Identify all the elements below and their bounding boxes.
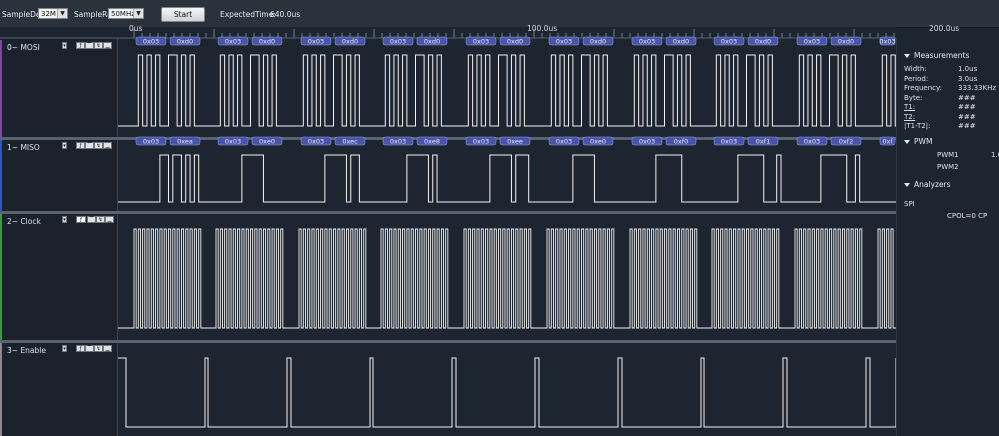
pwm-title: PWM — [914, 137, 933, 146]
decode-tag-text: 0x03 — [225, 37, 241, 45]
measurements-header[interactable]: Measurements — [904, 51, 969, 60]
decode-tag-text: 0xd0 — [507, 37, 523, 45]
spi-config: CPOL=0 CP — [947, 212, 999, 220]
pwm1-row: PWM1 1.0 — [937, 151, 999, 159]
measurement-value: ### — [958, 112, 976, 121]
decode-tag-text: 0x03 — [225, 137, 241, 145]
analyzers-title: Analyzers — [914, 180, 951, 189]
decode-tag-text: 0xd0 — [755, 37, 771, 45]
decode-tag-text: 0xe8 — [424, 137, 440, 145]
miso-color-marker — [0, 140, 2, 211]
decode-tag-text: 0xf1 — [756, 137, 770, 145]
decode-tag-text: 0x03 — [879, 37, 895, 45]
enable-color-marker — [0, 343, 2, 436]
measurements-title: Measurements — [914, 51, 970, 60]
decode-tag-text: 0x03 — [639, 137, 655, 145]
decode-tag-text: 0xf2 — [839, 137, 853, 145]
decode-tag-text: 0xf — [882, 137, 893, 145]
pwm1-label: PWM1 — [937, 151, 959, 159]
measurement-value: ### — [958, 93, 976, 102]
decode-tag-text: 0x03 — [143, 137, 159, 145]
measurement-value: 1.0us — [958, 65, 978, 73]
decode-tag-text: 0x03 — [390, 37, 406, 45]
decode-tag-text: 0xd0 — [424, 37, 440, 45]
decode-tag-text: 0xf0 — [674, 137, 688, 145]
decode-tag-text: 0x03 — [473, 37, 489, 45]
decode-tag-text: 0x03 — [556, 137, 572, 145]
clock-waveform — [118, 228, 896, 329]
decode-tag-text: 0xd0 — [673, 37, 689, 45]
decode-tag-text: 0xea — [177, 137, 193, 145]
measurement-label: T2: — [904, 112, 916, 121]
measurement-row: |T1-T2|: ### — [904, 122, 999, 130]
measurement-value: ### — [958, 103, 976, 111]
spi-config-value: CPOL=0 CP — [947, 212, 988, 220]
decode-tag-text: 0x03 — [308, 37, 324, 45]
decode-tag-text: 0xe0 — [259, 137, 275, 145]
measurement-row: Byte: ### — [904, 94, 999, 102]
waveform-view[interactable]: 0x03 0xd0 0x03 0xd0 0x03 0xd0 0x03 0xd0 0x03 0xd0… — [0, 0, 896, 436]
spi-label: SPI — [904, 200, 915, 208]
pwm1-value: 1.0 — [991, 151, 999, 159]
decode-tag-text: 0x03 — [804, 137, 820, 145]
decode-tag-text: 0x03 — [556, 37, 572, 45]
decode-tag-text: 0x03 — [390, 137, 406, 145]
measurement-label: Width: — [904, 65, 927, 73]
waveforms — [118, 54, 896, 428]
collapse-triangle-icon[interactable] — [904, 183, 910, 187]
decode-tag-text: 0xd0 — [838, 37, 854, 45]
mosi-waveform — [118, 54, 896, 127]
measurement-value: ### — [958, 122, 976, 130]
measurement-label: Period: — [904, 74, 929, 83]
measurement-row: Frequency: 333.33KHz — [904, 84, 999, 92]
decode-tag-text: 0xe0 — [590, 137, 606, 145]
decode-tag-text: 0xd0 — [177, 37, 193, 45]
pwm2-label: PWM2 — [937, 163, 959, 171]
decode-tag-text: 0xd0 — [590, 37, 606, 45]
pwm-header[interactable]: PWM — [904, 137, 932, 146]
decode-tag-text: 0x03 — [639, 37, 655, 45]
decode-tag-text: 0x03 — [143, 37, 159, 45]
decode-tag-text: 0xec — [342, 137, 358, 145]
enable-waveform — [118, 357, 896, 428]
decode-tag-text: 0x03 — [721, 37, 737, 45]
decode-tag-text: 0x03 — [804, 37, 820, 45]
pwm2-row: PWM2 — [937, 163, 999, 171]
decode-tag-text: 0xee — [507, 137, 523, 145]
measurement-label: Byte: — [904, 93, 923, 102]
decode-tag-text: 0xd0 — [259, 37, 275, 45]
side-panel: Measurements Width: 1.0us Period: 3.0us Freq… — [896, 38, 999, 436]
channel-color-markers — [0, 40, 2, 436]
measurement-label: |T1-T2|: — [904, 122, 931, 130]
spi-analyzer-row[interactable]: SPI — [904, 200, 999, 208]
measurement-row: Width: 1.0us — [904, 65, 999, 73]
clock-color-marker — [0, 214, 2, 340]
measurement-value: 3.0us — [958, 74, 978, 83]
analyzers-header[interactable]: Analyzers — [904, 180, 951, 189]
decode-tag-text: 0xd0 — [342, 37, 358, 45]
measurement-value: 333.33KHz — [958, 84, 997, 92]
measurement-label: T1: — [904, 103, 916, 111]
ruler-label: 200.0us — [929, 24, 960, 33]
collapse-triangle-icon[interactable] — [904, 140, 910, 144]
mosi-color-marker — [0, 40, 2, 137]
measurement-row: T1: ### — [904, 103, 999, 111]
collapse-triangle-icon[interactable] — [904, 54, 910, 58]
measurement-label: Frequency: — [904, 84, 943, 92]
decode-tag-text: 0x03 — [473, 137, 489, 145]
decode-tag-text: 0x03 — [308, 137, 324, 145]
decode-tag-text: 0x03 — [721, 137, 737, 145]
miso-waveform — [118, 154, 896, 203]
measurement-row: Period: 3.0us — [904, 75, 999, 83]
measurement-row: T2: ### — [904, 113, 999, 121]
